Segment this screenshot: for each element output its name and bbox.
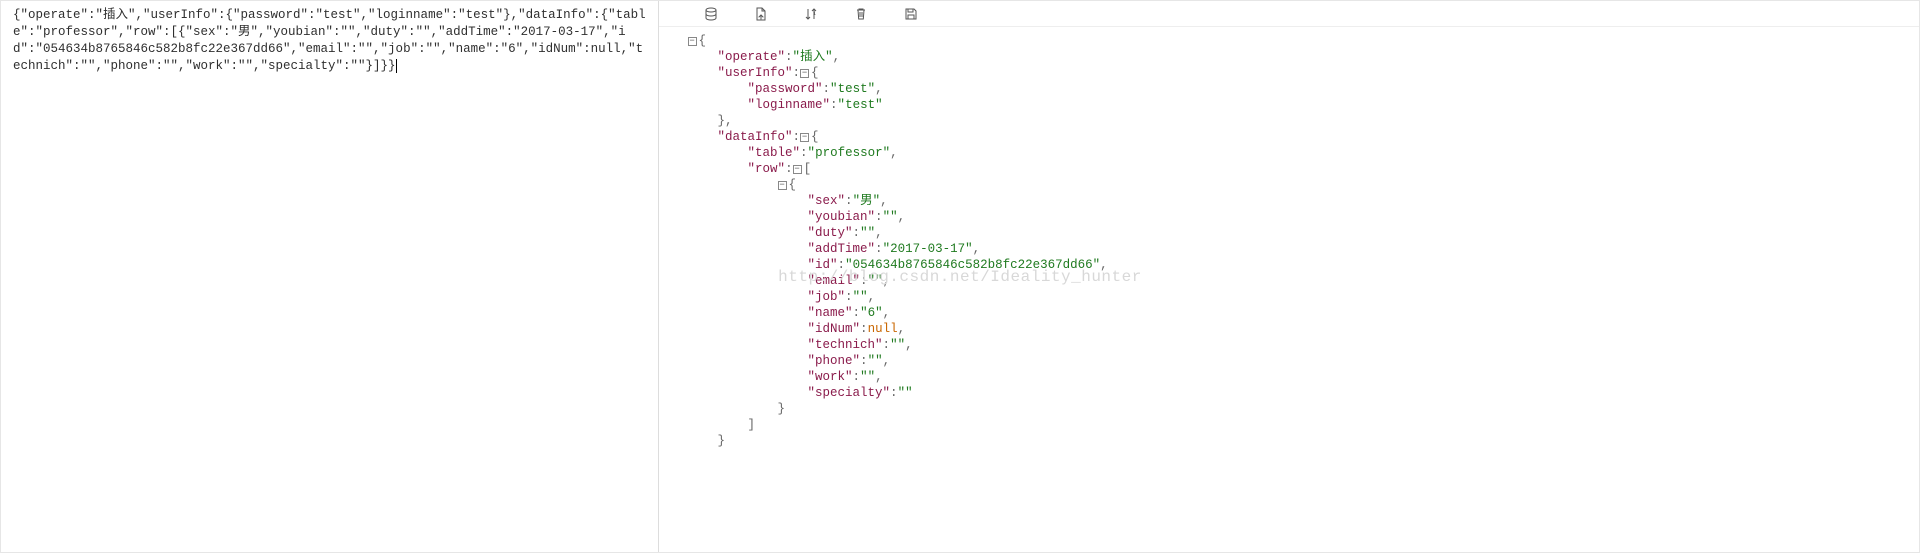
tree-line: "id":"054634b8765846c582b8fc22e367dd66", bbox=[665, 257, 1919, 273]
tree-line: }, bbox=[665, 113, 1919, 129]
tree-line: "specialty":"" bbox=[665, 385, 1919, 401]
tree-line: "operate":"插入", bbox=[665, 49, 1919, 65]
tree-line: "duty":"", bbox=[665, 225, 1919, 241]
collapse-toggle[interactable]: − bbox=[800, 133, 809, 142]
tree-line: −{ bbox=[665, 33, 1919, 49]
collapse-toggle[interactable]: − bbox=[793, 165, 802, 174]
tree-line: } bbox=[665, 433, 1919, 449]
save-icon[interactable] bbox=[903, 6, 919, 22]
delete-icon[interactable] bbox=[853, 6, 869, 22]
tree-line: "name":"6", bbox=[665, 305, 1919, 321]
text-cursor bbox=[396, 59, 397, 73]
tree-line: ] bbox=[665, 417, 1919, 433]
tree-line: "sex":"男", bbox=[665, 193, 1919, 209]
toolbar: 1 bbox=[659, 1, 1919, 27]
compact-icon[interactable] bbox=[703, 6, 719, 22]
tree-line: "job":"", bbox=[665, 289, 1919, 305]
tree-line: "password":"test", bbox=[665, 81, 1919, 97]
tree-line: "technich":"", bbox=[665, 337, 1919, 353]
collapse-toggle[interactable]: − bbox=[778, 181, 787, 190]
svg-text:1: 1 bbox=[813, 11, 816, 17]
tree-line: "youbian":"", bbox=[665, 209, 1919, 225]
tree-line: "loginname":"test" bbox=[665, 97, 1919, 113]
tree-line: "phone":"", bbox=[665, 353, 1919, 369]
tree-line: "idNum":null, bbox=[665, 321, 1919, 337]
export-icon[interactable] bbox=[753, 6, 769, 22]
tree-line: } bbox=[665, 401, 1919, 417]
sort-icon[interactable]: 1 bbox=[803, 6, 819, 22]
tree-line: "dataInfo":−{ bbox=[665, 129, 1919, 145]
collapse-toggle[interactable]: − bbox=[688, 37, 697, 46]
raw-json-text: {"operate":"插入","userInfo":{"password":"… bbox=[13, 8, 646, 73]
tree-line: "addTime":"2017-03-17", bbox=[665, 241, 1919, 257]
tree-line: "email":"", bbox=[665, 273, 1919, 289]
tree-line: −{ bbox=[665, 177, 1919, 193]
formatted-panel: 1 −{ "operate":"插入", "userInfo":−{ "pass… bbox=[659, 1, 1919, 552]
json-tree[interactable]: −{ "operate":"插入", "userInfo":−{ "passwo… bbox=[659, 27, 1919, 552]
tree-line: "work":"", bbox=[665, 369, 1919, 385]
raw-json-editor[interactable]: {"operate":"插入","userInfo":{"password":"… bbox=[1, 1, 659, 552]
collapse-toggle[interactable]: − bbox=[800, 69, 809, 78]
tree-line: "userInfo":−{ bbox=[665, 65, 1919, 81]
tree-line: "row":−[ bbox=[665, 161, 1919, 177]
tree-line: "table":"professor", bbox=[665, 145, 1919, 161]
